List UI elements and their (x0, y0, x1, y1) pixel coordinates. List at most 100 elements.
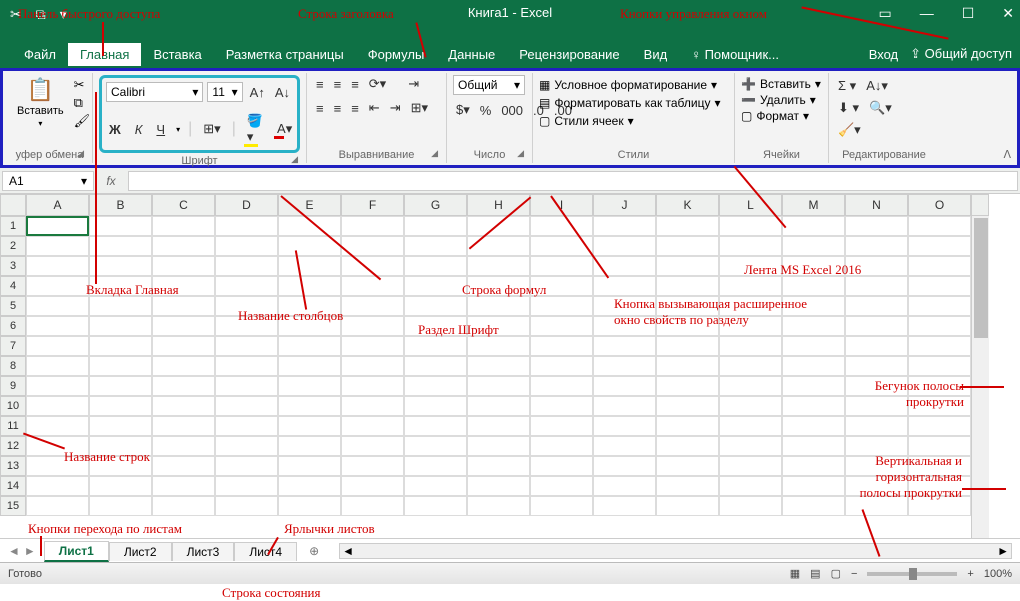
zoom-out-icon[interactable]: − (851, 568, 857, 580)
cell[interactable] (341, 456, 404, 476)
cell[interactable] (467, 236, 530, 256)
column-header[interactable]: H (467, 194, 530, 216)
align-middle-button[interactable]: ≡ (331, 76, 345, 93)
cell[interactable] (719, 436, 782, 456)
cell[interactable] (656, 236, 719, 256)
cell[interactable] (782, 216, 845, 236)
formula-bar[interactable] (128, 171, 1018, 191)
column-header[interactable]: O (908, 194, 971, 216)
cell[interactable] (89, 216, 152, 236)
sheet-tab-4[interactable]: Лист4 (234, 542, 297, 561)
cell[interactable] (593, 356, 656, 376)
cell[interactable] (341, 216, 404, 236)
row-header[interactable]: 3 (0, 256, 26, 276)
cell[interactable] (467, 256, 530, 276)
cell[interactable] (152, 376, 215, 396)
row-header[interactable]: 11 (0, 416, 26, 436)
cell[interactable] (593, 336, 656, 356)
percent-button[interactable]: % (477, 102, 495, 119)
row-header[interactable]: 8 (0, 356, 26, 376)
zoom-level[interactable]: 100% (984, 568, 1012, 580)
column-header[interactable]: N (845, 194, 908, 216)
cell[interactable] (89, 456, 152, 476)
sheet-tab-1[interactable]: Лист1 (44, 541, 109, 562)
cell[interactable] (719, 396, 782, 416)
fill-color-button[interactable]: 🪣▾ (244, 112, 266, 146)
cell[interactable] (467, 356, 530, 376)
cell[interactable] (656, 476, 719, 496)
cell[interactable] (278, 276, 341, 296)
sheet-tab-3[interactable]: Лист3 (172, 542, 235, 561)
cell[interactable] (26, 416, 89, 436)
tab-layout[interactable]: Разметка страницы (214, 43, 356, 66)
cell[interactable] (656, 376, 719, 396)
orientation-button[interactable]: ⟳▾ (366, 75, 389, 93)
cell[interactable] (89, 236, 152, 256)
cell[interactable] (593, 436, 656, 456)
row-header[interactable]: 9 (0, 376, 26, 396)
tab-data[interactable]: Данные (436, 43, 507, 66)
cell[interactable] (593, 276, 656, 296)
cell[interactable] (845, 336, 908, 356)
cell[interactable] (404, 376, 467, 396)
cell[interactable] (341, 336, 404, 356)
comma-button[interactable]: 000 (498, 102, 526, 119)
cell[interactable] (719, 376, 782, 396)
cell[interactable] (341, 316, 404, 336)
cell[interactable] (782, 296, 845, 316)
merge-button[interactable]: ⊞▾ (408, 99, 431, 117)
cell[interactable] (26, 356, 89, 376)
cell[interactable] (593, 236, 656, 256)
cell[interactable] (467, 316, 530, 336)
cell[interactable] (152, 496, 215, 516)
column-header[interactable]: D (215, 194, 278, 216)
cell[interactable] (278, 496, 341, 516)
cell[interactable] (404, 296, 467, 316)
launcher-icon[interactable]: ◢ (517, 148, 524, 159)
font-size-select[interactable]: 11▾ (207, 82, 242, 102)
cell[interactable] (782, 276, 845, 296)
column-header[interactable]: L (719, 194, 782, 216)
column-header[interactable]: A (26, 194, 89, 216)
cell[interactable] (530, 276, 593, 296)
ribbon-options-icon[interactable]: ▭ (878, 5, 891, 22)
cell[interactable] (26, 456, 89, 476)
cell[interactable] (593, 376, 656, 396)
cell[interactable] (215, 436, 278, 456)
bold-button[interactable]: Ж (106, 121, 124, 138)
cell[interactable] (89, 296, 152, 316)
column-header[interactable]: J (593, 194, 656, 216)
cell[interactable] (845, 376, 908, 396)
cell[interactable] (845, 236, 908, 256)
cell[interactable] (719, 456, 782, 476)
cell[interactable] (26, 336, 89, 356)
cell[interactable] (593, 316, 656, 336)
cell[interactable] (845, 396, 908, 416)
cell[interactable] (782, 256, 845, 276)
cell[interactable] (782, 336, 845, 356)
column-header[interactable]: I (530, 194, 593, 216)
cell[interactable] (215, 376, 278, 396)
cell[interactable] (845, 256, 908, 276)
cell[interactable] (215, 476, 278, 496)
cell[interactable] (908, 276, 971, 296)
cell[interactable] (341, 416, 404, 436)
cell[interactable] (719, 236, 782, 256)
cell[interactable] (467, 436, 530, 456)
cell[interactable] (656, 216, 719, 236)
cell[interactable] (719, 356, 782, 376)
cell[interactable] (782, 236, 845, 256)
cell[interactable] (782, 476, 845, 496)
cell[interactable] (530, 496, 593, 516)
cell[interactable] (908, 316, 971, 336)
cell[interactable] (26, 496, 89, 516)
cell[interactable] (467, 456, 530, 476)
cell[interactable] (845, 496, 908, 516)
cell[interactable] (593, 476, 656, 496)
launcher-icon[interactable]: ◢ (291, 154, 298, 165)
cell[interactable] (404, 496, 467, 516)
tab-view[interactable]: Вид (632, 43, 680, 66)
cell[interactable] (404, 216, 467, 236)
cell[interactable] (593, 416, 656, 436)
cell[interactable] (278, 316, 341, 336)
